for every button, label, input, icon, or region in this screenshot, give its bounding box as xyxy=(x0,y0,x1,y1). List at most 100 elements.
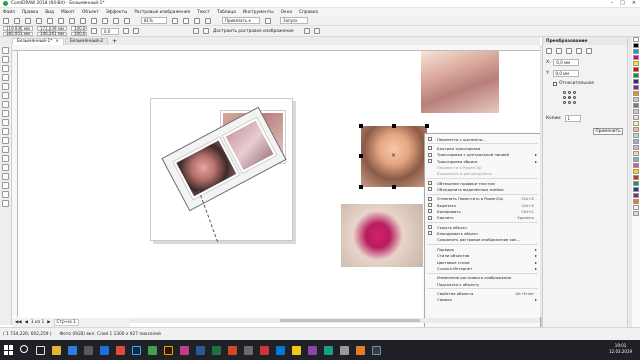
shape-tool-icon[interactable] xyxy=(2,56,9,63)
y-position-field[interactable]: 385,951 мм xyxy=(3,31,33,36)
zoom-tool-icon[interactable] xyxy=(2,74,9,81)
freehand-tool-icon[interactable] xyxy=(2,83,9,90)
apply-button[interactable]: Применить xyxy=(593,128,623,135)
prev-page-icon[interactable]: ◀ xyxy=(25,320,28,325)
menu-text[interactable]: Текст xyxy=(197,10,210,15)
smart-fill-tool-icon[interactable] xyxy=(2,191,9,198)
scale-x-field[interactable]: 100,0 xyxy=(71,26,87,31)
close-icon[interactable]: × xyxy=(632,0,636,6)
x-position-field[interactable]: 119,936 мм xyxy=(3,26,33,31)
color-swatch[interactable] xyxy=(633,151,639,156)
app-icon[interactable] xyxy=(180,346,189,355)
height-field[interactable]: 146,261 мм xyxy=(37,31,67,36)
menu-table[interactable]: Таблица xyxy=(217,10,236,15)
color-swatch[interactable] xyxy=(633,193,639,198)
paste-icon[interactable] xyxy=(69,17,75,24)
color-swatch[interactable] xyxy=(633,103,639,108)
horizontal-scrollbar[interactable] xyxy=(130,318,540,323)
menu-effects[interactable]: Эффекты xyxy=(106,10,127,15)
copies-field[interactable]: 1 xyxy=(564,115,581,122)
windows-logo-icon[interactable] xyxy=(4,345,14,355)
color-swatch[interactable] xyxy=(633,115,639,120)
menu-bitmaps[interactable]: Растровые изображения xyxy=(134,10,190,15)
selection-handle[interactable] xyxy=(359,124,363,128)
import-icon[interactable] xyxy=(102,17,108,24)
color-swatch[interactable] xyxy=(633,49,639,54)
color-swatch[interactable] xyxy=(633,85,639,90)
baby-photo-selected[interactable]: × xyxy=(359,124,429,189)
app-icon[interactable] xyxy=(356,346,365,355)
color-swatch[interactable] xyxy=(633,127,639,132)
color-swatch[interactable] xyxy=(633,181,639,186)
menu-item-internet-link[interactable]: Ссылка Интернет ▸ xyxy=(425,265,540,271)
print-icon[interactable] xyxy=(36,17,42,24)
save-icon[interactable] xyxy=(25,17,31,24)
menu-item-object-hint[interactable]: Подсказка к объекту xyxy=(425,281,540,287)
rectangle-tool-icon[interactable] xyxy=(2,101,9,108)
grid-icon[interactable] xyxy=(194,17,200,24)
menu-layout[interactable]: Макет xyxy=(61,10,75,15)
first-page-icon[interactable]: ◀◀ xyxy=(15,320,22,325)
selection-handle[interactable] xyxy=(425,124,429,128)
maximize-icon[interactable]: □ xyxy=(620,0,625,6)
ellipse-tool-icon[interactable] xyxy=(2,110,9,117)
baby-photo-top[interactable] xyxy=(421,51,499,113)
transparency-tool-icon[interactable] xyxy=(2,164,9,171)
selection-handle[interactable] xyxy=(392,185,396,189)
rotate-mode-icon[interactable] xyxy=(556,48,562,54)
rulers-icon[interactable] xyxy=(183,17,189,24)
options-gear-icon[interactable] xyxy=(265,17,271,24)
app-icon[interactable] xyxy=(308,346,317,355)
scale-mirror-mode-icon[interactable] xyxy=(566,48,572,54)
menu-help[interactable]: Справка xyxy=(299,10,318,15)
rotation-angle-field[interactable]: 0,0 xyxy=(101,27,119,35)
copy-icon[interactable] xyxy=(58,17,64,24)
skew-mode-icon[interactable] xyxy=(586,48,592,54)
drop-shadow-tool-icon[interactable] xyxy=(2,155,9,162)
resample-bitmap-label[interactable]: Достроить растровое изображение xyxy=(213,29,294,34)
doc-tab-1[interactable]: Безымянный-1* × xyxy=(12,37,64,45)
menu-item-powerclip-step[interactable]: Перенести с шагом/на... xyxy=(425,136,540,142)
selection-handle[interactable] xyxy=(359,185,363,189)
zoom-select[interactable]: 81% xyxy=(141,17,167,24)
publish-pdf-icon[interactable] xyxy=(124,17,130,24)
color-swatch[interactable] xyxy=(633,169,639,174)
size-mode-icon[interactable] xyxy=(576,48,582,54)
pick-tool-icon[interactable] xyxy=(2,47,9,54)
color-swatch[interactable] xyxy=(633,211,639,216)
mail-icon[interactable] xyxy=(100,346,109,355)
selection-handle[interactable] xyxy=(359,154,363,158)
color-swatch[interactable] xyxy=(633,187,639,192)
full-screen-icon[interactable] xyxy=(172,17,178,24)
powerpoint-icon[interactable] xyxy=(228,346,237,355)
color-swatch[interactable] xyxy=(633,133,639,138)
width-field[interactable]: 172,039 мм xyxy=(37,26,67,31)
clock[interactable]: 19:01 12.03.2019 xyxy=(609,343,632,355)
app-icon[interactable] xyxy=(260,346,269,355)
mirror-vertical-icon[interactable] xyxy=(133,28,139,34)
doc-tab-2[interactable]: Безымянный-2 xyxy=(64,37,109,45)
menu-tools[interactable]: Инструменты xyxy=(243,10,274,15)
menu-window[interactable]: Окно xyxy=(281,10,292,15)
color-swatch[interactable] xyxy=(633,97,639,102)
next-page-icon[interactable]: ▶ xyxy=(47,320,50,325)
quick-customize-icon[interactable] xyxy=(313,28,320,34)
color-swatch[interactable] xyxy=(633,109,639,114)
page-tab-1[interactable]: Стр-на 1 xyxy=(53,319,79,326)
text-tool-icon[interactable] xyxy=(2,128,9,135)
color-swatch[interactable] xyxy=(633,139,639,144)
illustrator-icon[interactable] xyxy=(164,346,173,355)
menu-edit[interactable]: Правка xyxy=(22,10,38,15)
menu-item-symbol[interactable]: Символ ▸ xyxy=(425,297,540,303)
redo-icon[interactable] xyxy=(91,17,97,24)
coreldraw-icon[interactable] xyxy=(148,346,157,355)
search-icon[interactable] xyxy=(20,345,28,353)
guides-icon[interactable] xyxy=(205,17,211,24)
app-icon[interactable] xyxy=(324,346,333,355)
color-swatch[interactable] xyxy=(633,157,639,162)
color-swatch[interactable] xyxy=(633,43,639,48)
color-swatch[interactable] xyxy=(633,55,639,60)
scrollbar-thumb[interactable] xyxy=(280,319,420,322)
polygon-tool-icon[interactable] xyxy=(2,119,9,126)
color-swatch[interactable] xyxy=(633,61,639,66)
